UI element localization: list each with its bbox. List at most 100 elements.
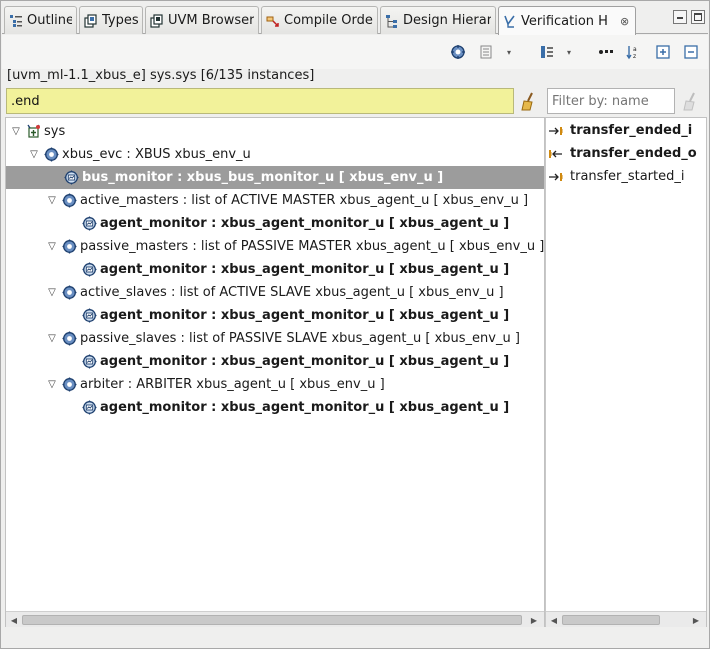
tree-node[interactable]: ▽ arbiter : ARBITER xbus_agent_u [ xbus_e…: [46, 373, 385, 396]
horizontal-scrollbar[interactable]: ◀ ▶: [6, 611, 544, 627]
tree-node-label: bus_monitor : xbus_bus_monitor_u [ xbus_…: [82, 170, 444, 185]
layout-dropdown[interactable]: ▾: [504, 44, 514, 60]
tab-label: Compile Orde: [284, 13, 373, 28]
search-input[interactable]: [6, 88, 514, 114]
collapse-all-button[interactable]: [683, 44, 699, 60]
clear-filter-icon[interactable]: [681, 91, 701, 111]
scroll-right-icon[interactable]: ▶: [690, 614, 702, 626]
unit-icon: [62, 331, 77, 346]
hierarchy-path-header: [uvm_ml-1.1_xbus_e] sys.sys [6/135 insta…: [7, 68, 315, 83]
tab-compile-order[interactable]: Compile Orde: [261, 6, 378, 34]
design-hierarchy-icon: [386, 14, 397, 28]
scroll-left-icon[interactable]: ◀: [8, 614, 20, 626]
scroll-thumb[interactable]: [22, 615, 522, 625]
uvm-browser-icon: [150, 13, 163, 28]
unit-filter-button[interactable]: [450, 44, 466, 60]
member-label: transfer_started_i: [570, 169, 685, 184]
columns-dropdown[interactable]: ▾: [564, 44, 574, 60]
maximize-button[interactable]: [691, 10, 705, 24]
tab-types[interactable]: Types: [79, 6, 143, 34]
unit-icon: [44, 147, 59, 162]
monitor-unit-icon: [82, 400, 97, 415]
compile-order-icon: [266, 16, 279, 27]
tree-node[interactable]: agent_monitor : xbus_agent_monitor_u [ x…: [82, 258, 509, 281]
expand-all-icon: [656, 45, 670, 59]
expand-twisty-icon[interactable]: ▽: [46, 287, 58, 298]
layout-icon: [480, 45, 492, 59]
instance-tree: ▽ sys ▽ xbus_evc : XBUS xbus_env_u bus_monit…: [5, 117, 545, 627]
tab-outline[interactable]: Outline: [4, 6, 77, 34]
chevron-down-icon: ▾: [566, 47, 571, 57]
verification-hierarchy-view: Outline Types UVM Browser Compile Orde D…: [0, 0, 710, 649]
tab-label: Design Hierar: [403, 13, 491, 28]
filter-input[interactable]: [547, 88, 675, 114]
tab-uvm-browser[interactable]: UVM Browser: [145, 6, 259, 34]
svg-text:z: z: [633, 53, 636, 60]
close-icon[interactable]: ⊗: [620, 15, 629, 28]
member-item[interactable]: transfer_started_i: [548, 165, 684, 188]
unit-icon: [62, 285, 77, 300]
monitor-unit-icon: [82, 216, 97, 231]
tree-node[interactable]: ▽ passive_masters : list of PASSIVE MASTE…: [46, 235, 544, 258]
members-pane: transfer_ended_i transfer_ended_o transfer…: [545, 117, 707, 627]
tree-node-label: active_slaves : list of ACTIVE SLAVE xbu…: [80, 285, 504, 300]
collapse-all-icon: [684, 45, 698, 59]
expand-twisty-icon[interactable]: ▽: [46, 379, 58, 390]
tree-node[interactable]: ▽ xbus_evc : XBUS xbus_env_u: [28, 143, 251, 166]
tab-label: UVM Browser: [168, 13, 254, 28]
expand-twisty-icon[interactable]: ▽: [10, 126, 22, 137]
expand-twisty-icon[interactable]: ▽: [46, 333, 58, 344]
view-tab-strip: Outline Types UVM Browser Compile Orde D…: [2, 6, 708, 35]
tree-node-label: agent_monitor : xbus_agent_monitor_u [ x…: [100, 400, 510, 415]
tree-node-label: arbiter : ARBITER xbus_agent_u [ xbus_en…: [80, 377, 385, 392]
scroll-thumb[interactable]: [562, 615, 660, 625]
layout-button[interactable]: [478, 44, 494, 60]
tree-node[interactable]: ▽ sys: [10, 120, 65, 143]
root-unit-icon: [26, 124, 41, 139]
columns-button[interactable]: [539, 44, 555, 60]
monitor-unit-icon: [82, 354, 97, 369]
tree-node-label: xbus_evc : XBUS xbus_env_u: [62, 147, 251, 162]
tab-design-hierarchy[interactable]: Design Hierar: [380, 6, 496, 34]
member-label: transfer_ended_o: [570, 146, 697, 161]
tree-node[interactable]: agent_monitor : xbus_agent_monitor_u [ x…: [82, 212, 509, 235]
scroll-right-icon[interactable]: ▶: [528, 614, 540, 626]
outline-icon: [10, 14, 22, 27]
unit-icon: [451, 45, 465, 59]
member-item[interactable]: transfer_ended_i: [548, 119, 692, 142]
unit-icon: [62, 377, 77, 392]
unit-icon: [62, 193, 77, 208]
tree-node-label: passive_slaves : list of PASSIVE SLAVE x…: [80, 331, 520, 346]
tree-node[interactable]: ▽ active_slaves : list of ACTIVE SLAVE xb…: [46, 281, 504, 304]
member-label: transfer_ended_i: [570, 123, 693, 138]
scroll-left-icon[interactable]: ◀: [548, 614, 560, 626]
expand-twisty-icon[interactable]: ▽: [46, 195, 58, 206]
types-icon: [84, 13, 97, 28]
tree-node[interactable]: agent_monitor : xbus_agent_monitor_u [ x…: [82, 304, 509, 327]
expand-all-button[interactable]: [655, 44, 671, 60]
clear-search-icon[interactable]: [519, 91, 539, 111]
chevron-down-icon: ▾: [506, 47, 511, 57]
tree-node[interactable]: agent_monitor : xbus_agent_monitor_u [ x…: [82, 350, 509, 373]
tree-node[interactable]: bus_monitor : xbus_bus_monitor_u [ xbus_…: [6, 166, 544, 189]
tab-verification-hierarchy[interactable]: Verification H ⊗: [498, 6, 636, 35]
tree-node[interactable]: ▽ active_masters : list of ACTIVE MASTER …: [46, 189, 528, 212]
tree-node-label: agent_monitor : xbus_agent_monitor_u [ x…: [100, 262, 510, 277]
monitor-unit-icon: [82, 262, 97, 277]
tree-node-label: agent_monitor : xbus_agent_monitor_u [ x…: [100, 216, 510, 231]
member-item[interactable]: transfer_ended_o: [548, 142, 697, 165]
minimize-button[interactable]: [673, 10, 687, 24]
event-port-in-icon: [548, 171, 564, 183]
show-members-button[interactable]: [598, 44, 614, 60]
event-port-out-icon: [548, 148, 564, 160]
tree-node-label: sys: [44, 124, 66, 139]
tree-node[interactable]: ▽ passive_slaves : list of PASSIVE SLAVE …: [46, 327, 520, 350]
tree-node-label: passive_masters : list of PASSIVE MASTER…: [80, 239, 545, 254]
expand-twisty-icon[interactable]: ▽: [28, 149, 40, 160]
svg-text:a: a: [633, 46, 637, 53]
sort-az-button[interactable]: az: [626, 44, 642, 60]
members-horizontal-scrollbar[interactable]: ◀ ▶: [546, 611, 706, 627]
tree-node[interactable]: agent_monitor : xbus_agent_monitor_u [ x…: [82, 396, 509, 419]
expand-twisty-icon[interactable]: ▽: [46, 241, 58, 252]
monitor-unit-icon: [82, 308, 97, 323]
